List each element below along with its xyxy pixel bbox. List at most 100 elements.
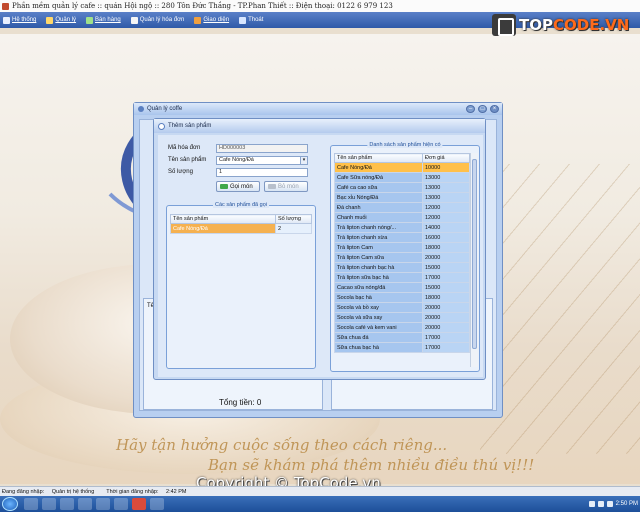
- product-price-cell: 13000: [422, 192, 470, 203]
- col-header-quantity[interactable]: Số lượng: [275, 214, 312, 224]
- dialog-body: Mã hóa đơn HD000003 Tên sản phẩm Cafe Nó…: [158, 135, 483, 377]
- visual-studio-icon[interactable]: [96, 498, 110, 510]
- login-time-value: 2:42 PM: [166, 488, 187, 495]
- logo-prefix: TOP: [519, 16, 553, 34]
- login-value: Quản trị hệ thống: [51, 488, 95, 495]
- table-row[interactable]: Socola và bồ xay 20000: [334, 302, 470, 313]
- window-icon: [138, 106, 144, 112]
- product-price-cell: 17000: [422, 272, 470, 283]
- menu-manage-label: Quản lý: [55, 17, 77, 23]
- folder-icon[interactable]: [78, 498, 92, 510]
- table-row[interactable]: Bạc xỉu Nóng/Đá 13000: [334, 192, 470, 203]
- system-icon: [3, 16, 10, 24]
- product-name-cell: Socola bạc hà: [334, 292, 423, 303]
- maximize-icon[interactable]: □: [478, 105, 487, 113]
- table-row[interactable]: Socola bạc hà 18000: [334, 292, 470, 303]
- topcode-logo: TOPCODE.VN: [492, 14, 632, 36]
- ordered-products-group: Các sản phẩm đã gọi Tên sản phẩm Số lượn…: [166, 202, 316, 369]
- product-name-cell: Cafe Nóng/Đá: [334, 162, 423, 173]
- table-row[interactable]: Socola và sữa xay 20000: [334, 312, 470, 323]
- cafe-app-icon[interactable]: [132, 498, 146, 510]
- topcode-badge-icon: [492, 14, 516, 36]
- explorer-icon[interactable]: [24, 498, 38, 510]
- dialog-titlebar[interactable]: Thêm sản phẩm: [154, 119, 485, 133]
- col-header-price[interactable]: Đơn giá: [422, 153, 470, 163]
- product-label: Tên sản phẩm: [168, 157, 207, 163]
- menu-system[interactable]: Hệ thống: [3, 16, 36, 24]
- table-row[interactable]: Chanh muối 12000: [334, 212, 470, 223]
- menu-manage[interactable]: Quản lý: [46, 16, 77, 24]
- minimize-icon[interactable]: –: [466, 105, 475, 113]
- language-icon[interactable]: [588, 501, 595, 507]
- product-price-cell: 20000: [422, 302, 470, 313]
- browser-icon[interactable]: [60, 498, 74, 510]
- sql-icon[interactable]: [150, 498, 164, 510]
- available-products-group: Danh sách sản phẩm hiện có Tên sản phẩm …: [330, 142, 480, 372]
- taskbar: 2:50 PM: [0, 496, 640, 512]
- total-amount: Tổng tiền: 0: [219, 398, 261, 407]
- table-row[interactable]: Trà lipton Cam 18000: [334, 242, 470, 253]
- table-row[interactable]: Socola café và kem vani 20000: [334, 322, 470, 333]
- login-time: Thời gian đăng nhập: 2:42 PM: [106, 489, 192, 495]
- table-row[interactable]: Đá chanh 12000: [334, 202, 470, 213]
- media-player-icon[interactable]: [42, 498, 56, 510]
- product-price-cell: 14000: [422, 222, 470, 233]
- menu-sales[interactable]: Bán hàng: [86, 16, 121, 24]
- product-name-cell: Trà lipton chanh bạc hà: [334, 262, 423, 273]
- outer-window-titlebar[interactable]: Quản lý coffe: [134, 103, 502, 115]
- remove-button-label: Bỏ món: [278, 183, 299, 190]
- invoice-field[interactable]: HD000003: [216, 144, 308, 153]
- product-price-cell: 15000: [422, 262, 470, 273]
- invoice-label: Mã hóa đơn: [168, 145, 201, 151]
- table-row[interactable]: Cafe Nóng/Đá 10000: [334, 162, 470, 173]
- paint-icon[interactable]: [114, 498, 128, 510]
- product-price-cell: 17000: [422, 332, 470, 343]
- exit-icon: [239, 16, 247, 24]
- start-button-icon[interactable]: [2, 497, 18, 511]
- product-select[interactable]: Cafe Nóng/Đá ▾: [216, 156, 308, 165]
- table-row[interactable]: Cafe Nóng/Đá 2: [170, 223, 312, 234]
- taskbar-clock[interactable]: 2:50 PM: [616, 501, 638, 507]
- product-name-cell: Đá chanh: [334, 202, 423, 213]
- total-value: 0: [256, 398, 262, 407]
- menu-exit[interactable]: Thoát: [239, 16, 263, 24]
- col-header-product[interactable]: Tên sản phẩm: [334, 153, 423, 163]
- product-list-scrollbar[interactable]: [470, 153, 478, 367]
- network-icon[interactable]: [597, 501, 604, 507]
- menu-theme[interactable]: Giao diện: [194, 16, 230, 24]
- order-button-label: Gọi món: [230, 183, 253, 190]
- menu-theme-label: Giao diện: [203, 17, 230, 23]
- volume-icon[interactable]: [606, 501, 613, 507]
- manage-icon: [46, 16, 54, 24]
- order-button[interactable]: Gọi món: [216, 181, 260, 192]
- table-row[interactable]: Trà lipton chanh xừa 16000: [334, 232, 470, 243]
- logo-suffix: CODE.VN: [552, 16, 630, 34]
- table-row[interactable]: Sữa chua bạc hà 17000: [334, 342, 470, 353]
- col-header-product[interactable]: Tên sản phẩm: [170, 214, 276, 224]
- add-product-dialog: Thêm sản phẩm Mã hóa đơn HD000003 Tên sả…: [153, 118, 486, 380]
- product-price-cell: 16000: [422, 232, 470, 243]
- scrollbar-thumb[interactable]: [472, 159, 477, 349]
- available-products-table: Tên sản phẩm Đơn giá Cafe Nóng/Đá 10000 Ca…: [334, 153, 470, 353]
- menu-invoices[interactable]: Quản lý hóa đơn: [130, 16, 184, 24]
- chevron-down-icon[interactable]: ▾: [300, 157, 307, 164]
- table-row[interactable]: Cafe Sữa nóng/Đá 13000: [334, 172, 470, 183]
- table-row[interactable]: Trà lipton chanh bạc hà 15000: [334, 262, 470, 273]
- table-header-row: Tên sản phẩm Đơn giá: [334, 153, 470, 163]
- remove-button[interactable]: Bỏ món: [264, 181, 308, 192]
- quantity-field[interactable]: 1: [216, 168, 308, 177]
- product-name-cell: Sữa chua đá: [334, 332, 423, 343]
- product-name-cell: Trà lipton Cam sữa: [334, 252, 423, 263]
- remove-icon: [268, 184, 276, 189]
- close-icon[interactable]: ×: [490, 105, 499, 113]
- table-row[interactable]: Café ca cao sữa 13000: [334, 182, 470, 193]
- table-row[interactable]: Sữa chua đá 17000: [334, 332, 470, 343]
- product-name-cell: Trà lipton chanh xừa: [334, 232, 423, 243]
- table-row[interactable]: Cacao sữa nóng/đá 15000: [334, 282, 470, 293]
- table-header-row: Tên sản phẩm Số lượng: [170, 214, 312, 224]
- table-row[interactable]: Trà lipton sữa bạc hà 17000: [334, 272, 470, 283]
- table-row[interactable]: Trà lipton chanh nóng/... 14000: [334, 222, 470, 233]
- product-price-cell: 13000: [422, 182, 470, 193]
- sales-icon: [86, 16, 94, 24]
- table-row[interactable]: Trà lipton Cam sữa 20000: [334, 252, 470, 263]
